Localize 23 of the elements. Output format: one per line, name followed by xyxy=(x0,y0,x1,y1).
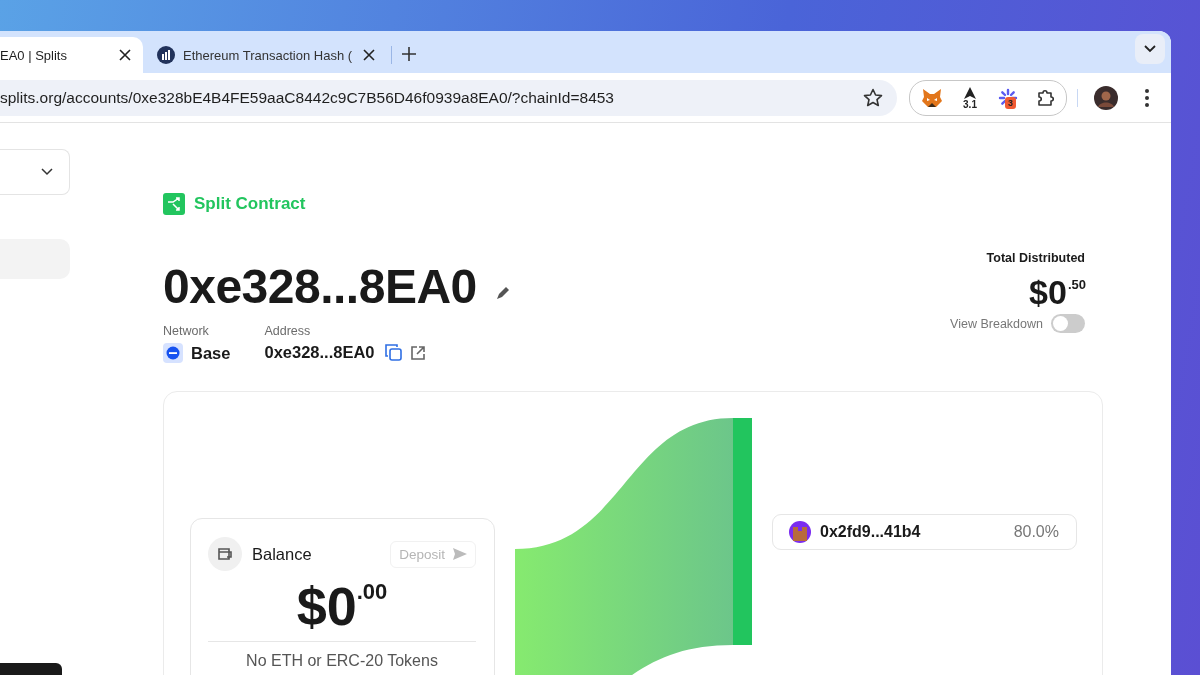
field-label: Network xyxy=(163,324,210,338)
field-label: Address xyxy=(264,324,312,338)
address-value: 0xe328...8EA0 xyxy=(264,343,375,362)
total-amount: $0$^{.50}$ xyxy=(1029,273,1086,312)
stat-label: Total Distributed xyxy=(986,251,1085,265)
network-name: Base xyxy=(191,343,231,363)
recipient-row[interactable]: 0x2fd9...41b4 80.0% xyxy=(772,514,1077,550)
tab-title: Ethereum Transaction Hash ( xyxy=(183,47,354,63)
empty-message: No ETH or ERC-20 Tokens xyxy=(246,652,438,670)
card-title: Balance xyxy=(252,544,312,564)
browser-tab[interactable]: EA0 | Splits xyxy=(0,37,143,73)
notification-badge: 3 xyxy=(1005,96,1016,109)
address-bar[interactable]: splits.org/accounts/0xe328bE4B4FE59aaC8442c9C7B56D46f0939a8EA0/?chainId=8453 xyxy=(0,79,897,116)
recipient-share: 80.0% xyxy=(1013,523,1059,541)
toggle-label: View Breakdown xyxy=(950,316,1043,331)
recipient-address: 0x2fd9...41b4 xyxy=(820,523,921,541)
account-title: 0xe328...8EA0 xyxy=(163,259,477,314)
extension-label: 3.1 xyxy=(963,99,977,110)
url-text: splits.org/accounts/0xe328bE4B4FE59aaC8442c9C7B56D46f0939a8EA0/?chainId=8453 xyxy=(0,88,614,107)
browser-tab[interactable]: Ethereum Transaction Hash ( xyxy=(147,37,387,73)
tab-title: EA0 | Splits xyxy=(0,47,68,63)
contract-type-label: Split Contract xyxy=(194,194,306,214)
balance-amount: $0$^{.00}$ xyxy=(296,575,388,637)
